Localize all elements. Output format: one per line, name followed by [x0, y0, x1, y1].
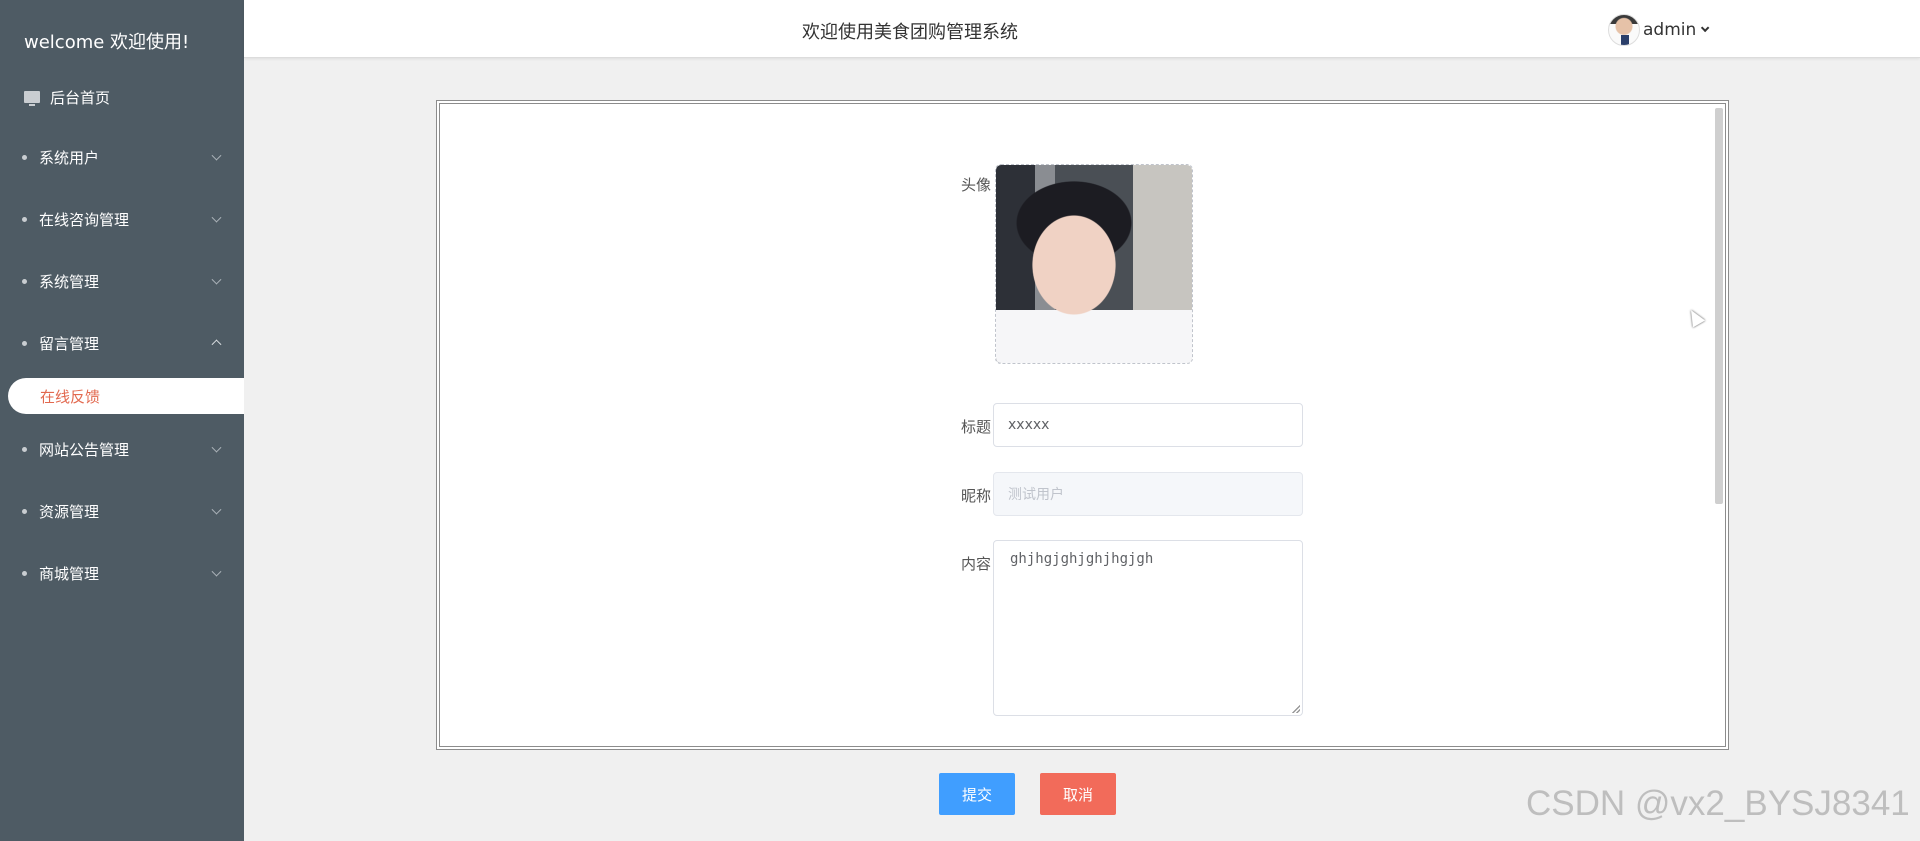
sidebar: welcome 欢迎使用! 后台首页 系统用户 在线咨询管理 系统管理 留言管理…	[0, 0, 244, 841]
brand-text: welcome 欢迎使用!	[24, 32, 190, 53]
sidebar-item-label: 系统用户	[39, 148, 100, 167]
avatar-label: 头像	[960, 176, 991, 194]
bullet-icon	[22, 446, 27, 452]
sidebar-item-online-consult[interactable]: 在线咨询管理	[0, 188, 244, 250]
bullet-icon	[22, 154, 27, 160]
sidebar-item-label: 网站公告管理	[39, 440, 130, 459]
chevron-up-icon	[211, 339, 222, 350]
monitor-icon	[24, 91, 40, 106]
sidebar-item-mall-management[interactable]: 商城管理	[0, 542, 244, 604]
sidebar-item-system-management[interactable]: 系统管理	[0, 250, 244, 312]
bullet-icon	[22, 508, 27, 514]
sidebar-item-home[interactable]: 后台首页	[0, 78, 244, 116]
chevron-down-icon	[211, 150, 222, 161]
chevron-down-icon	[211, 212, 222, 223]
title-input[interactable]: xxxxx	[993, 403, 1303, 447]
sidebar-item-message-management[interactable]: 留言管理	[0, 312, 244, 374]
bullet-icon	[22, 278, 27, 284]
sidebar-item-resource-management[interactable]: 资源管理	[0, 480, 244, 542]
chevron-down-icon	[211, 504, 222, 515]
sidebar-item-label: 商城管理	[39, 564, 100, 583]
sidebar-item-label: 在线咨询管理	[39, 210, 130, 229]
sidebar-item-label: 系统管理	[39, 272, 100, 291]
chevron-down-icon	[211, 274, 222, 285]
cancel-button[interactable]: 取消	[1040, 773, 1116, 815]
avatar-image	[996, 165, 1192, 363]
user-name[interactable]: admin	[1643, 20, 1696, 40]
sidebar-item-label: 留言管理	[39, 334, 100, 353]
bullet-icon	[22, 340, 27, 346]
bullet-icon	[22, 570, 27, 576]
sidebar-item-system-users[interactable]: 系统用户	[0, 126, 244, 188]
avatar[interactable]	[1608, 14, 1640, 46]
sidebar-item-label: 后台首页	[50, 88, 111, 107]
resize-handle-icon[interactable]	[1292, 705, 1300, 713]
form-panel: 头像 标题 xxxxx 昵称 测试用户 内容 ghjhgjghjghjhgjgh	[436, 100, 1729, 750]
chevron-down-icon	[211, 442, 222, 453]
chevron-down-icon	[211, 566, 222, 577]
nickname-label: 昵称	[960, 487, 991, 505]
submit-button[interactable]: 提交	[939, 773, 1015, 815]
content-textarea[interactable]: ghjhgjghjghjhgjgh	[993, 540, 1303, 716]
avatar-upload[interactable]	[995, 164, 1193, 364]
top-header: 欢迎使用美食团购管理系统 admin	[244, 0, 1920, 58]
sidebar-subitem-online-feedback[interactable]: 在线反馈	[8, 378, 244, 414]
watermark: CSDN @vx2_BYSJ8341	[1526, 784, 1910, 823]
content-text: ghjhgjghjghjhgjgh	[1010, 551, 1154, 567]
sidebar-item-label: 资源管理	[39, 502, 100, 521]
title-label: 标题	[960, 418, 991, 436]
scrollbar[interactable]	[1715, 108, 1723, 504]
user-menu[interactable]: admin	[1608, 14, 1710, 46]
content-label: 内容	[960, 555, 991, 573]
sidebar-item-notice-management[interactable]: 网站公告管理	[0, 418, 244, 480]
bullet-icon	[22, 216, 27, 222]
nickname-input: 测试用户	[993, 472, 1303, 516]
